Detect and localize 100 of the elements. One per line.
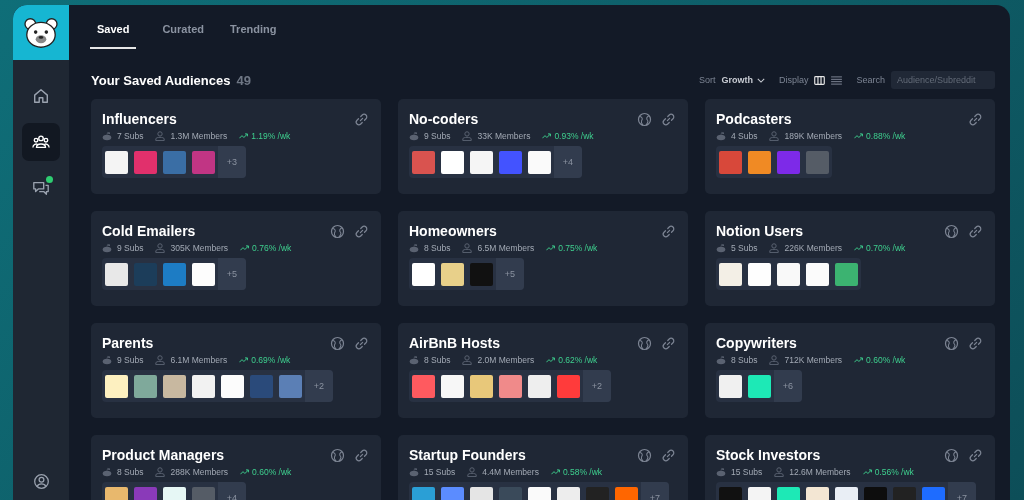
audience-card[interactable]: Cold Emailers 9 Subs 305K Members 0.76% /wk +5 (91, 211, 381, 306)
person-icon (769, 355, 780, 365)
globe-icon[interactable] (637, 447, 652, 463)
more-count: +2 (583, 370, 611, 402)
members-count: 189K Members (784, 131, 843, 141)
bear-face-icon (23, 16, 59, 49)
trend-up-icon (854, 357, 864, 363)
link-icon[interactable] (968, 335, 983, 351)
globe-icon[interactable] (637, 111, 652, 127)
growth-rate: 0.75% /wk (558, 243, 598, 253)
trend-up-icon (542, 133, 552, 139)
list-view-icon[interactable] (831, 75, 843, 85)
globe-icon[interactable] (330, 447, 345, 463)
audiences-nav-button[interactable] (22, 123, 60, 161)
growth-rate: 0.76% /wk (252, 243, 292, 253)
audience-title: Cold Emailers (102, 223, 196, 239)
search-label: Search (856, 75, 885, 85)
person-icon (155, 467, 166, 477)
person-icon (155, 355, 166, 365)
link-icon[interactable] (661, 223, 676, 239)
sort-dropdown[interactable]: Growth (721, 75, 765, 85)
people-group-icon (32, 133, 50, 151)
growth-rate: 0.62% /wk (558, 355, 598, 365)
audience-card[interactable]: No-coders 9 Subs 33K Members 0.93% /wk +4 (398, 99, 688, 194)
link-icon[interactable] (661, 335, 676, 351)
link-icon[interactable] (661, 111, 676, 127)
growth-rate: 0.56% /wk (874, 467, 914, 477)
audience-title: Product Managers (102, 447, 225, 463)
members-count: 1.3M Members (170, 131, 228, 141)
subs-count: 5 Subs (731, 243, 758, 253)
link-icon[interactable] (354, 223, 369, 239)
trend-up-icon (546, 357, 556, 363)
audience-card[interactable]: Podcasters 4 Subs 189K Members 0.88% /wk (705, 99, 995, 194)
audience-card[interactable]: Homeowners 8 Subs 6.5M Members 0.75% /wk +5 (398, 211, 688, 306)
growth-rate: 0.88% /wk (866, 131, 906, 141)
columns-view-icon[interactable] (814, 75, 826, 85)
subs-count: 4 Subs (731, 131, 758, 141)
bear-logo[interactable] (13, 5, 69, 60)
link-icon[interactable] (661, 447, 676, 463)
person-icon (462, 131, 473, 141)
subs-count: 9 Subs (117, 355, 144, 365)
sort-label: Sort (698, 75, 716, 85)
audience-title: Copywriters (716, 335, 797, 351)
globe-icon[interactable] (944, 223, 959, 239)
members-count: 2.0M Members (477, 355, 535, 365)
audience-card[interactable]: Parents 9 Subs 6.1M Members 0.69% /wk +2 (91, 323, 381, 418)
growth-rate: 0.69% /wk (251, 355, 291, 365)
chat-bubbles-icon (32, 179, 50, 197)
search-field[interactable]: Audience/Subreddit (891, 71, 995, 89)
trend-up-icon (550, 469, 560, 475)
subs-count: 8 Subs (424, 243, 451, 253)
subs-count: 9 Subs (424, 131, 451, 141)
subs-count: 9 Subs (117, 243, 144, 253)
trend-up-icon (240, 245, 250, 251)
person-icon (155, 243, 166, 253)
audience-count: 49 (236, 72, 251, 88)
globe-icon[interactable] (330, 335, 345, 351)
person-icon (769, 131, 780, 141)
link-icon[interactable] (354, 447, 369, 463)
link-icon[interactable] (354, 335, 369, 351)
audience-title: No-coders (409, 111, 479, 127)
members-count: 226K Members (784, 243, 843, 253)
home-icon (32, 87, 50, 105)
subs-count: 15 Subs (731, 467, 763, 477)
globe-icon[interactable] (944, 335, 959, 351)
more-count: +6 (774, 370, 802, 402)
more-count: +5 (496, 258, 524, 290)
user-avatar-icon[interactable] (32, 473, 50, 490)
audience-title: Notion Users (716, 223, 804, 239)
trend-up-icon (240, 469, 250, 475)
trend-up-icon (862, 469, 872, 475)
subs-count: 8 Subs (731, 355, 758, 365)
link-icon[interactable] (354, 111, 369, 127)
growth-rate: 0.60% /wk (866, 355, 906, 365)
link-icon[interactable] (968, 223, 983, 239)
link-icon[interactable] (968, 111, 983, 127)
tab[interactable]: Saved (90, 5, 137, 49)
audience-card[interactable]: Copywriters 8 Subs 712K Members 0.60% /wk +6 (705, 323, 995, 418)
growth-rate: 0.58% /wk (562, 467, 603, 477)
tab[interactable]: Curated (162, 5, 204, 49)
audience-card[interactable]: Influencers 7 Subs 1.3M Members 1.19% /wk +3 (91, 99, 381, 194)
audience-card[interactable]: Notion Users 5 Subs 226K Members 0.70% /wk (705, 211, 995, 306)
person-icon (155, 131, 166, 141)
trend-up-icon (239, 357, 249, 363)
person-icon (462, 243, 473, 253)
subs-count: 15 Subs (424, 467, 456, 477)
link-icon[interactable] (968, 447, 983, 463)
trend-up-icon (239, 133, 249, 139)
globe-icon[interactable] (330, 223, 345, 239)
globe-icon[interactable] (637, 335, 652, 351)
audience-card[interactable]: AirBnB Hosts 8 Subs 2.0M Members 0.62% /wk +2 (398, 323, 688, 418)
more-count: +4 (554, 146, 582, 178)
audience-title: Startup Founders (409, 447, 526, 463)
tab[interactable]: Trending (230, 5, 277, 49)
section-title: Your Saved Audiences (91, 72, 231, 88)
growth-rate: 0.93% /wk (554, 131, 594, 141)
globe-icon[interactable] (944, 447, 959, 463)
members-count: 305K Members (170, 243, 229, 253)
trend-up-icon (854, 133, 864, 139)
person-icon (462, 355, 473, 365)
